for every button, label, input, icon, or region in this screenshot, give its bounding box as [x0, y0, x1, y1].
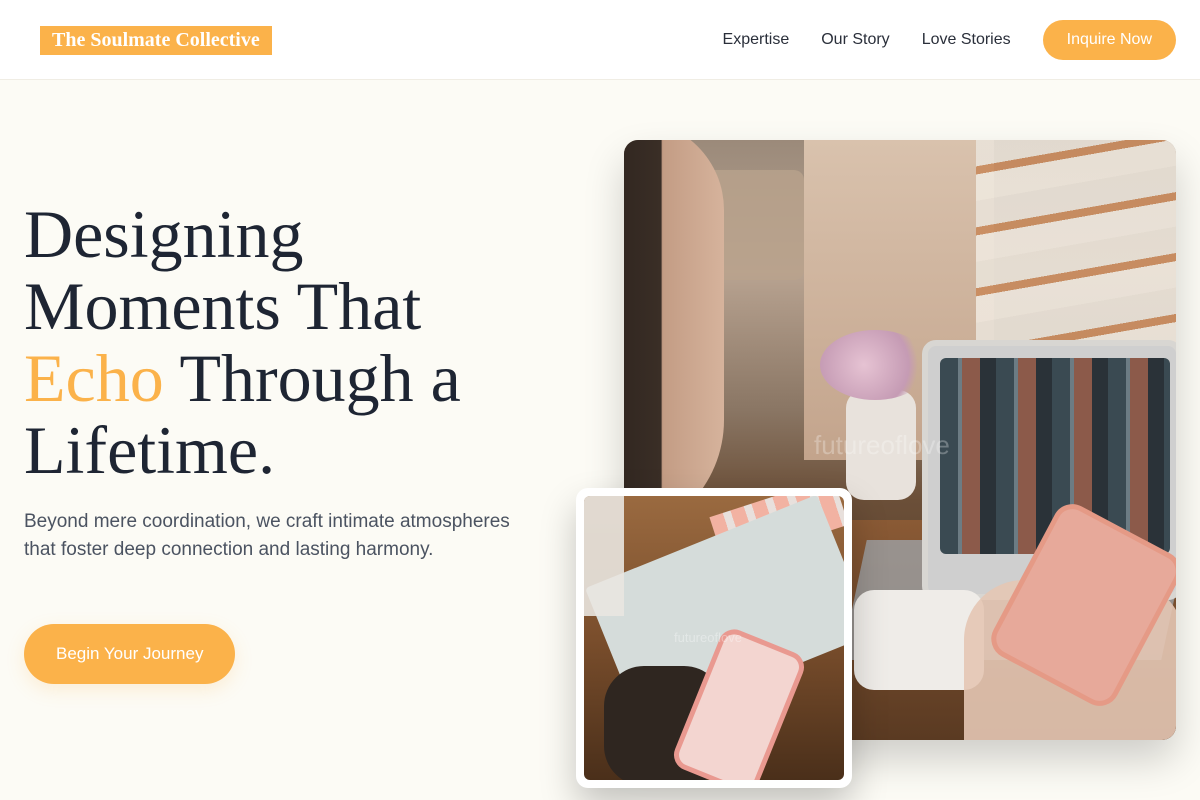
inset-photo-watermark: futureoflove: [674, 630, 742, 645]
site-header: The Soulmate Collective Expertise Our St…: [0, 0, 1200, 80]
headline-line-2: Moments That: [24, 268, 422, 344]
begin-journey-button[interactable]: Begin Your Journey: [24, 624, 236, 684]
photo-person: [624, 140, 724, 540]
nav-link-expertise[interactable]: Expertise: [723, 31, 790, 49]
headline-line-1: Designing: [24, 196, 304, 272]
headline-accent-word: Echo: [24, 340, 164, 416]
inset-photo-image: futureoflove: [584, 496, 844, 780]
nav-link-love-stories[interactable]: Love Stories: [922, 31, 1011, 49]
headline-line-4: Lifetime.: [24, 412, 276, 488]
inquire-now-button[interactable]: Inquire Now: [1042, 20, 1176, 60]
main-photo-watermark: futureoflove: [814, 430, 950, 460]
nav-link-our-story[interactable]: Our Story: [821, 31, 889, 49]
hero-headline: Designing Moments That Echo Through a Li…: [24, 198, 564, 486]
hero-inset-photo: futureoflove: [576, 488, 852, 788]
hero-subtext: Beyond mere coordination, we craft intim…: [24, 511, 510, 560]
main-nav: Expertise Our Story Love Stories Inquire…: [723, 20, 1176, 60]
photo-flowers: [820, 330, 930, 400]
inset-sleeve: [584, 496, 624, 616]
brand-logo[interactable]: The Soulmate Collective: [40, 26, 272, 55]
headline-line-3: Through a: [163, 340, 461, 416]
